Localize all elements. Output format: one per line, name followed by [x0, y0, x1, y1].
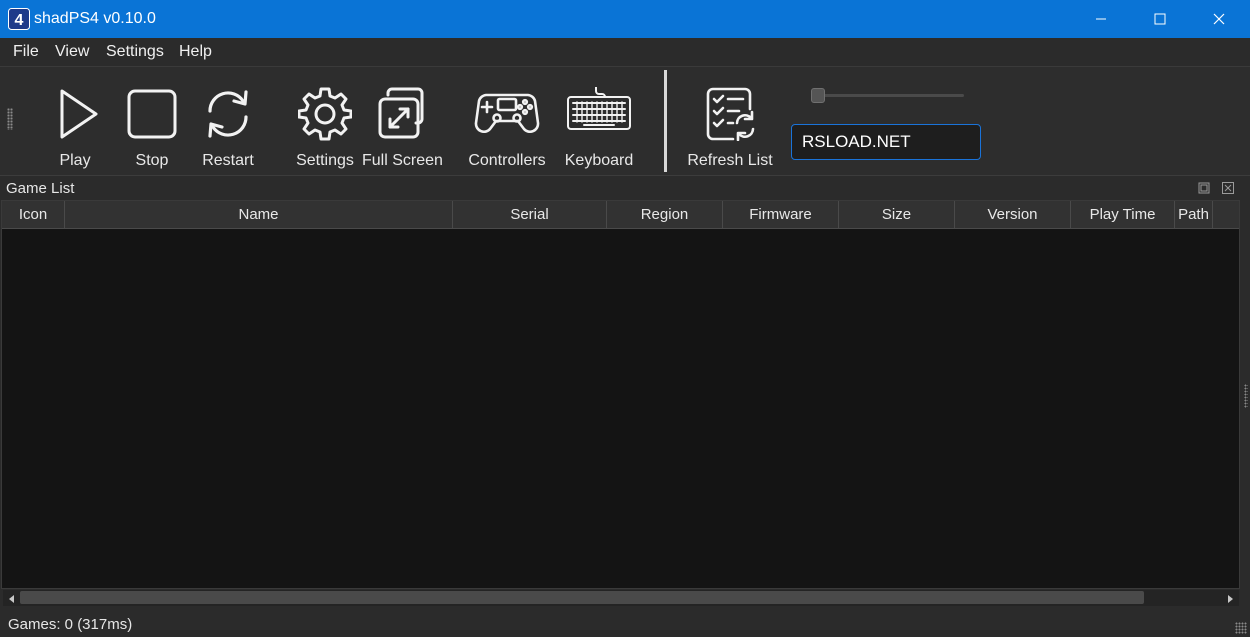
icon-size-slider-track[interactable]	[818, 94, 964, 97]
status-bar: Games: 0 (317ms)	[0, 607, 1250, 637]
close-icon	[1213, 13, 1225, 25]
minimize-button[interactable]	[1072, 0, 1130, 38]
column-header-size[interactable]: Size	[839, 201, 955, 228]
toolbar-grip[interactable]	[7, 108, 13, 130]
column-header-firmware[interactable]: Firmware	[723, 201, 839, 228]
window-title: shadPS4 v0.10.0	[34, 10, 156, 27]
scroll-right-icon[interactable]	[1224, 592, 1236, 604]
resize-grip[interactable]	[1235, 622, 1247, 634]
settings-button[interactable]: Settings	[290, 67, 360, 175]
svg-text:4: 4	[15, 12, 24, 29]
play-label: Play	[59, 152, 91, 169]
scroll-left-icon[interactable]	[6, 592, 18, 604]
column-header-region[interactable]: Region	[607, 201, 723, 228]
maximize-icon	[1154, 13, 1166, 25]
search-input[interactable]	[791, 124, 981, 160]
horizontal-scroll-thumb[interactable]	[20, 591, 1144, 604]
fullscreen-button[interactable]: Full Screen	[362, 67, 443, 175]
stop-button[interactable]: Stop	[118, 67, 186, 175]
play-button[interactable]: Play	[40, 67, 110, 175]
keyboard-icon	[567, 87, 631, 130]
refresh-list-label: Refresh List	[687, 152, 773, 169]
refresh-list-icon	[706, 87, 755, 141]
game-list-title: Game List	[6, 180, 75, 197]
refresh-list-button[interactable]: Refresh List	[686, 67, 774, 175]
fullscreen-label: Full Screen	[362, 152, 443, 169]
column-header-name[interactable]: Name	[65, 201, 453, 228]
game-list-table[interactable]: Icon Name Serial Region Firmware Size Ve…	[1, 200, 1240, 589]
maximize-button[interactable]	[1131, 0, 1189, 38]
restart-button[interactable]: Restart	[194, 67, 262, 175]
gear-icon	[298, 87, 352, 141]
keyboard-label: Keyboard	[564, 152, 634, 169]
minimize-icon	[1096, 18, 1106, 20]
stop-label: Stop	[135, 152, 169, 169]
menu-bar: File View Settings Help	[0, 38, 1250, 67]
keyboard-button[interactable]: Keyboard	[562, 67, 636, 175]
title-bar: 4 shadPS4 v0.10.0	[0, 0, 1250, 38]
settings-label: Settings	[296, 152, 354, 169]
menu-view[interactable]: View	[55, 43, 89, 61]
column-header-play-time[interactable]: Play Time	[1071, 201, 1175, 228]
column-header-icon[interactable]: Icon	[2, 201, 65, 228]
column-header-version[interactable]: Version	[955, 201, 1071, 228]
splitter-grip[interactable]	[1244, 384, 1248, 408]
restart-label: Restart	[202, 152, 254, 169]
horizontal-scrollbar[interactable]	[3, 590, 1239, 606]
column-header-serial[interactable]: Serial	[453, 201, 607, 228]
gamepad-icon	[474, 93, 540, 134]
play-icon	[60, 89, 98, 139]
fullscreen-icon	[378, 87, 424, 139]
status-text: Games: 0 (317ms)	[8, 616, 133, 633]
controllers-button[interactable]: Controllers	[466, 67, 548, 175]
game-list-dock-header: Game List	[0, 176, 1250, 200]
close-button[interactable]	[1190, 0, 1248, 38]
toolbar: Play Stop Restart Settings Full Screen C…	[0, 67, 1250, 176]
restart-icon	[208, 90, 248, 138]
dock-float-icon[interactable]	[1198, 181, 1210, 194]
menu-file[interactable]: File	[13, 43, 39, 61]
ps4-logo-icon: 4	[8, 8, 30, 30]
stop-icon	[127, 89, 177, 139]
toolbar-separator	[664, 70, 667, 172]
controllers-label: Controllers	[468, 152, 546, 169]
dock-close-icon[interactable]	[1222, 181, 1234, 194]
menu-help[interactable]: Help	[179, 43, 212, 61]
menu-settings[interactable]: Settings	[106, 43, 164, 61]
table-header: Icon Name Serial Region Firmware Size Ve…	[2, 201, 1239, 229]
icon-size-slider-handle[interactable]	[811, 88, 825, 103]
column-header-path[interactable]: Path	[1175, 201, 1213, 228]
